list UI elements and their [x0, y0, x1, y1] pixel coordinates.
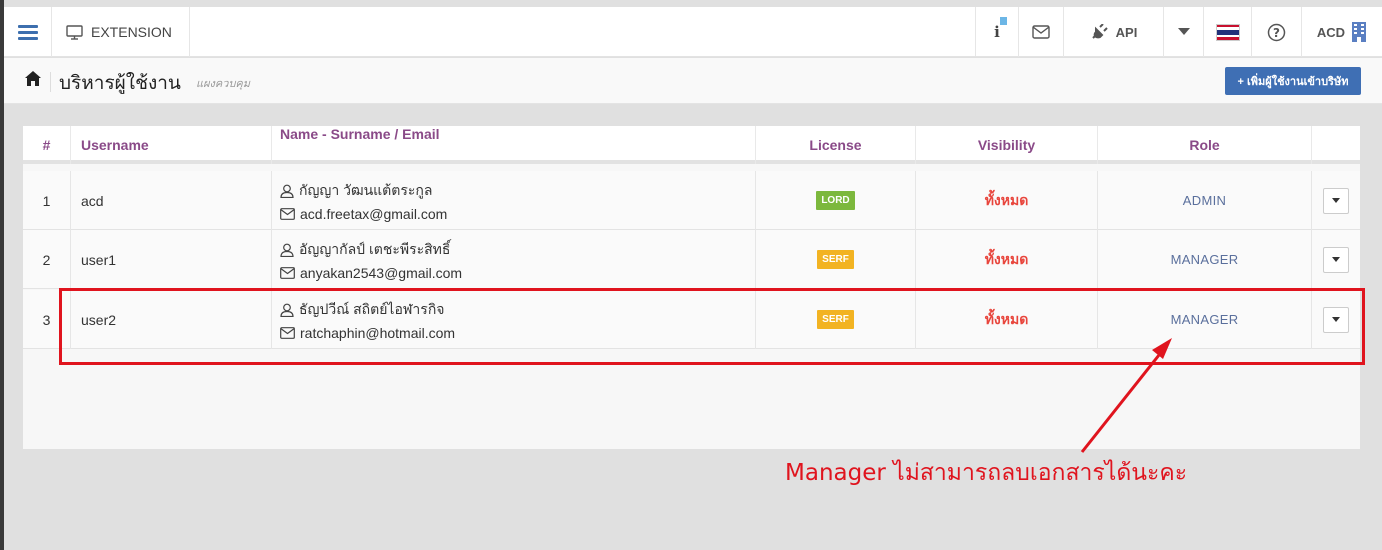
annotation-note: Manager ไม่สามารถลบเอกสารได้นะคะ: [785, 460, 1188, 486]
